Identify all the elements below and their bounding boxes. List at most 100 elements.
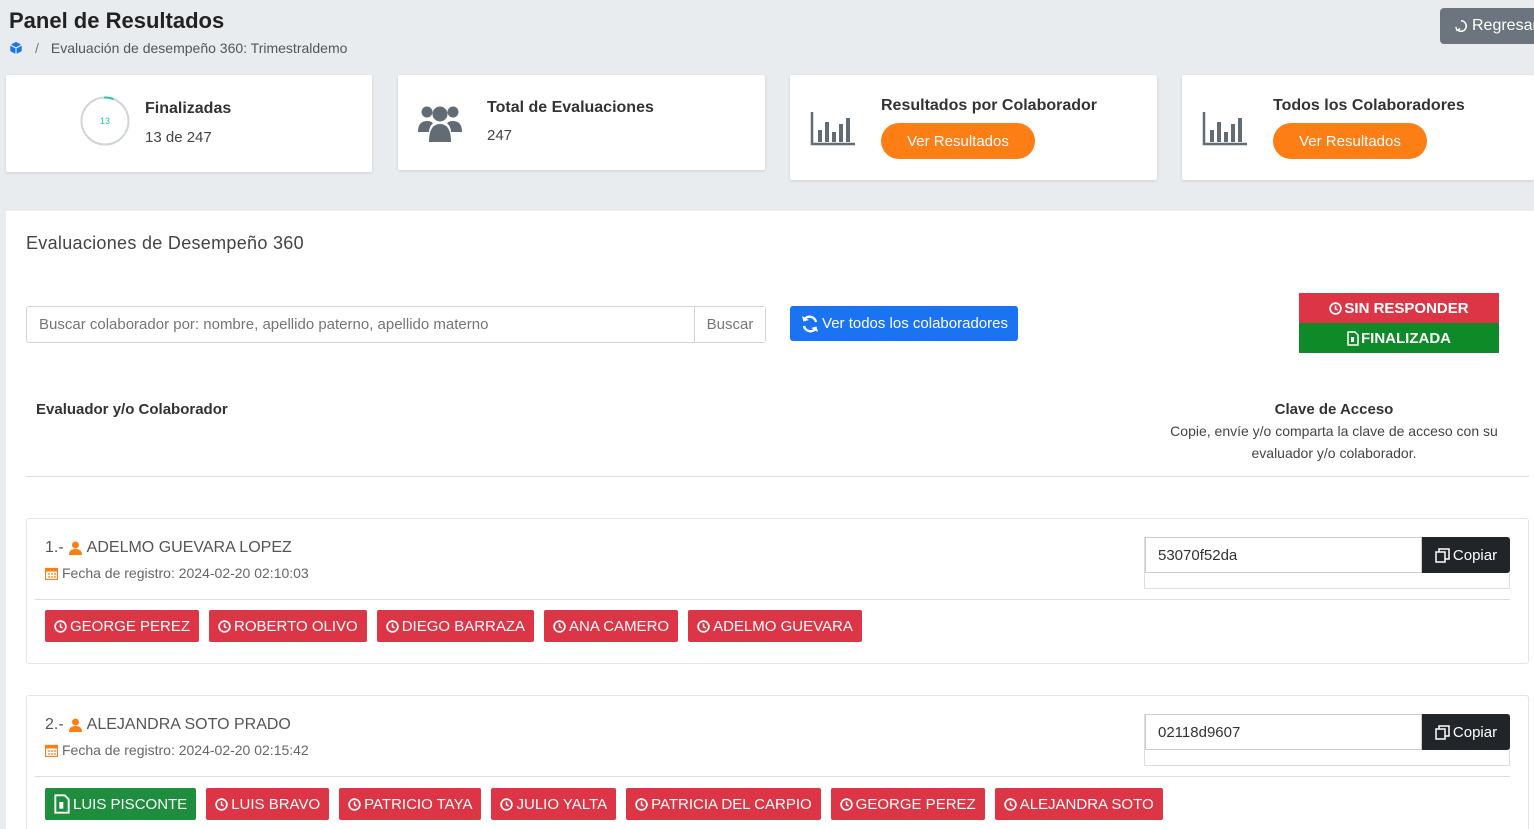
evaluator-chip[interactable]: PATRICIA DEL CARPIO	[626, 788, 821, 820]
collaborator-name-text: ADELMO GUEVARA LOPEZ	[86, 539, 292, 556]
collaborator-name: 1.- ADELMO GUEVARA LOPEZ	[45, 539, 292, 557]
calendar-icon	[45, 567, 58, 580]
clock-icon	[54, 619, 67, 633]
user-icon	[68, 718, 82, 732]
evaluator-chips: LUIS PISCONTE LUIS BRAVO PATRICIO TAYA JULI…	[45, 788, 1163, 820]
refresh-icon	[800, 314, 820, 334]
finalizadas-value: 13 de 247	[145, 129, 212, 146]
view-all-label: Ver todos los colaboradores	[822, 315, 1008, 332]
total-value: 247	[487, 127, 513, 144]
finalizadas-title: Finalizadas	[145, 100, 232, 117]
bar-chart-icon	[1202, 110, 1248, 146]
evaluator-chip-label: GEORGE PEREZ	[70, 617, 191, 635]
evaluator-chip[interactable]: LUIS BRAVO	[206, 788, 330, 820]
cube-icon[interactable]	[9, 41, 23, 55]
stat-card-todos: Todos los Colaboradores Ver Resultados	[1182, 75, 1534, 180]
view-all-button[interactable]: Ver todos los colaboradores	[790, 306, 1018, 341]
por-colaborador-title: Resultados por Colaborador	[881, 97, 1098, 114]
back-icon	[1454, 19, 1468, 33]
evaluator-chip-label: ALEJANDRA SOTO	[1019, 795, 1154, 813]
search-button[interactable]: Buscar	[694, 307, 765, 342]
stat-card-finalizadas: 13 Finalizadas 13 de 247	[6, 75, 372, 172]
search-group: Buscar	[26, 306, 766, 343]
collaborator-name-text: ALEJANDRA SOTO PRADO	[86, 716, 291, 733]
total-title: Total de Evaluaciones	[487, 99, 654, 116]
back-button-label: Regresar	[1472, 17, 1534, 34]
registration-date-text: Fecha de registro: 2024-02-20 02:15:42	[62, 742, 309, 758]
legend-done: FINALIZADA	[1299, 323, 1499, 353]
search-input[interactable]	[27, 307, 694, 342]
access-key-field[interactable]: 02118d9607	[1145, 714, 1422, 750]
evaluator-chip-label: PATRICIA DEL CARPIO	[651, 795, 812, 813]
evaluator-chip[interactable]: ALEJANDRA SOTO	[994, 788, 1163, 820]
row-index: 1.-	[45, 539, 64, 556]
evaluator-chip[interactable]: JULIO YALTA	[491, 788, 617, 820]
evaluator-chip[interactable]: LUIS PISCONTE	[45, 788, 197, 820]
evaluator-chip[interactable]: ROBERTO OLIVO	[209, 610, 367, 642]
clock-icon	[500, 797, 514, 811]
file-icon	[54, 794, 70, 814]
ver-resultados-colaborador-button[interactable]: Ver Resultados	[881, 123, 1035, 159]
clock-icon	[348, 797, 361, 811]
collaborator-name: 2.- ALEJANDRA SOTO PRADO	[45, 716, 291, 734]
table-row: 1.- ADELMO GUEVARA LOPEZ Fecha de regist…	[26, 518, 1529, 664]
row-index: 2.-	[45, 716, 64, 733]
evaluator-chip-label: LUIS BRAVO	[231, 795, 321, 813]
evaluator-chip-label: JULIO YALTA	[516, 795, 608, 813]
copy-label: Copiar	[1452, 546, 1498, 564]
stat-card-total: Total de Evaluaciones 247	[398, 75, 765, 170]
evaluator-chip[interactable]: GEORGE PEREZ	[830, 788, 985, 820]
ver-resultados-todos-button[interactable]: Ver Resultados	[1273, 123, 1427, 159]
breadcrumb-separator: /	[35, 40, 39, 56]
access-key-field[interactable]: 53070f52da	[1145, 537, 1422, 573]
registration-date: Fecha de registro: 2024-02-20 02:10:03	[45, 565, 309, 581]
evaluations-panel: Evaluaciones de Desempeño 360 Buscar Ver…	[6, 211, 1534, 829]
evaluator-chip-label: ANA CAMERO	[569, 617, 670, 635]
clock-icon	[218, 619, 231, 633]
evaluator-chip-label: ADELMO GUEVARA	[713, 617, 853, 635]
evaluator-chip-label: PATRICIO TAYA	[364, 795, 473, 813]
clock-icon	[635, 797, 648, 811]
legend-pending-label: SIN RESPONDER	[1344, 299, 1469, 317]
clock-icon	[839, 797, 853, 811]
evaluator-chip-label: DIEGO BARRAZA	[401, 617, 526, 635]
registration-date: Fecha de registro: 2024-02-20 02:15:42	[45, 742, 309, 758]
progress-ring-value: 13	[99, 116, 110, 126]
copy-button[interactable]: Copiar	[1422, 537, 1510, 573]
bar-chart-icon	[810, 110, 856, 146]
copy-icon	[1435, 724, 1450, 740]
copy-label: Copiar	[1452, 723, 1498, 741]
page-title: Panel de Resultados	[9, 8, 225, 33]
evaluator-chip[interactable]: DIEGO BARRAZA	[376, 610, 535, 642]
evaluator-chip-label: ROBERTO OLIVO	[234, 617, 358, 635]
copy-button[interactable]: Copiar	[1422, 714, 1510, 750]
table-row: 2.- ALEJANDRA SOTO PRADO Fecha de regist…	[26, 695, 1529, 829]
section-title: Evaluaciones de Desempeño 360	[26, 233, 304, 253]
column-header-key-desc: Copie, envíe y/o comparta la clave de ac…	[1170, 423, 1498, 461]
back-button[interactable]: Regresar	[1440, 8, 1534, 44]
evaluator-chip[interactable]: PATRICIO TAYA	[339, 788, 482, 820]
calendar-icon	[45, 744, 58, 757]
column-header-key-title: Clave de Acceso	[1274, 401, 1394, 418]
stat-card-por-colaborador: Resultados por Colaborador Ver Resultado…	[790, 75, 1157, 180]
column-header-evaluator: Evaluador y/o Colaborador	[36, 401, 228, 418]
header-divider	[26, 476, 1529, 477]
registration-date-text: Fecha de registro: 2024-02-20 02:10:03	[62, 565, 309, 581]
evaluator-chip[interactable]: ANA CAMERO	[544, 610, 679, 642]
copy-icon	[1435, 547, 1450, 563]
file-icon	[1347, 330, 1359, 346]
breadcrumb-current: Evaluación de desempeño 360: Trimestrald…	[50, 40, 348, 56]
clock-icon	[697, 619, 710, 633]
evaluator-chip-label: LUIS PISCONTE	[73, 795, 188, 813]
row-divider	[35, 599, 1510, 600]
evaluator-chip-label: GEORGE PEREZ	[855, 795, 976, 813]
evaluator-chip[interactable]: ADELMO GUEVARA	[688, 610, 862, 642]
access-key-group: 53070f52da Copiar	[1144, 537, 1510, 589]
clock-icon	[1329, 301, 1343, 315]
column-header-key: Clave de Acceso Copie, envíe y/o compart…	[1154, 401, 1514, 464]
users-icon	[418, 102, 462, 144]
evaluator-chip[interactable]: GEORGE PEREZ	[45, 610, 200, 642]
evaluator-chips: GEORGE PEREZ ROBERTO OLIVO DIEGO BARRAZA AN…	[45, 610, 862, 642]
legend-pending: SIN RESPONDER	[1299, 293, 1499, 323]
row-divider	[35, 776, 1510, 777]
